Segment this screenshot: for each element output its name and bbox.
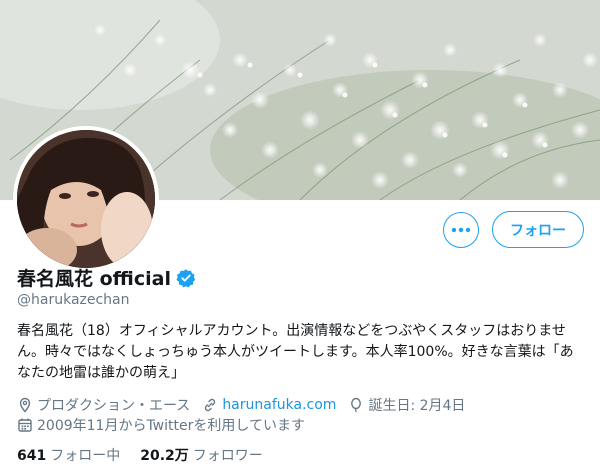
profile-bio: 春名風花（18）オフィシャルアカウント。出演情報などをつぶやくスタッフはおりませ… (17, 323, 574, 381)
followers-stat[interactable]: 20.2万 フォロワー (140, 445, 263, 465)
calendar-icon (18, 418, 32, 432)
location-pin-icon (19, 397, 31, 413)
joined-text: 2009年11月からTwitterを利用しています (37, 418, 305, 434)
followers-label: フォロワー (192, 448, 263, 464)
joined-row: 2009年11月からTwitterを利用しています (17, 415, 317, 435)
followers-count: 20.2万 (140, 448, 189, 464)
website-link[interactable]: harunafuka.com (222, 397, 336, 413)
following-label: フォロー中 (50, 448, 121, 464)
joined-item: 2009年11月からTwitterを利用しています (17, 415, 305, 435)
profile-avatar[interactable] (13, 126, 159, 272)
follow-button[interactable]: フォロー (492, 211, 584, 248)
link-icon (205, 398, 216, 412)
following-count: 641 (17, 448, 47, 464)
name-row: 春名風花 official (17, 264, 196, 291)
following-stat[interactable]: 641 フォロー中 (17, 445, 120, 465)
more-options-button[interactable] (443, 212, 479, 248)
profile-stats: 641 フォロー中 20.2万 フォロワー (17, 445, 283, 465)
balloon-icon (351, 397, 362, 413)
birthday-text: 誕生日: 2月4日 (368, 398, 466, 414)
more-dots-icon (451, 227, 471, 233)
avatar-photo-image (17, 130, 155, 268)
profile-handle: @harukazechan (17, 292, 130, 308)
website-item[interactable]: harunafuka.com (202, 397, 336, 413)
location-item: プロダクション・エース (17, 395, 190, 415)
location-text: プロダクション・エース (37, 398, 191, 414)
verified-badge-icon (176, 268, 196, 287)
birthday-item: 誕生日: 2月4日 (348, 395, 465, 415)
display-name: 春名風花 official (17, 268, 171, 290)
profile-meta-row: プロダクション・エース harunafuka.com 誕生日: 2月4日 (17, 395, 477, 415)
